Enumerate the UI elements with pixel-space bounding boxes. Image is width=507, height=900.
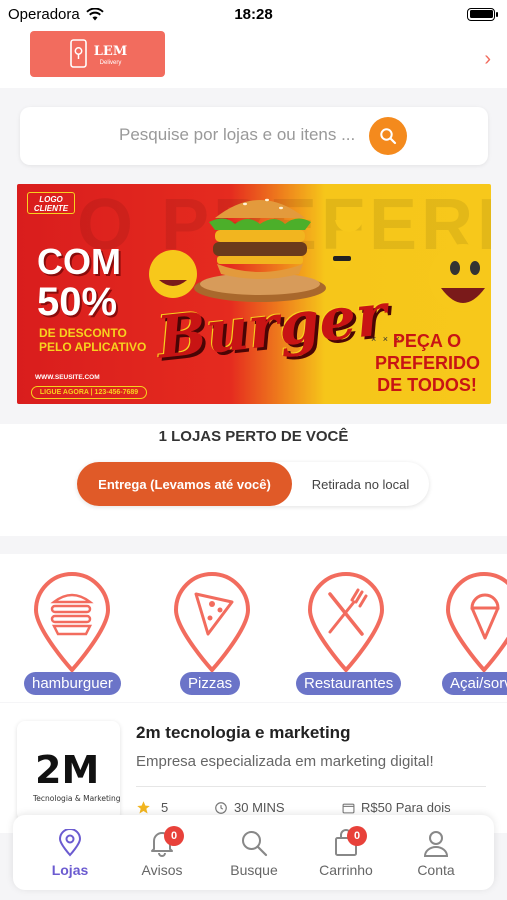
clock-icon <box>215 801 227 814</box>
logo-title: LEM <box>93 44 128 59</box>
fork-knife-icon <box>307 572 385 672</box>
ice-cream-icon <box>445 572 507 672</box>
rating-value: 5 <box>161 800 169 815</box>
category-acai[interactable]: Açai/sorve <box>436 572 507 697</box>
carrier-label: Operadora <box>8 5 80 23</box>
delivery-time-value: 30 MINS <box>234 800 285 815</box>
nearby-section: 1 LOJAS PERTO DE VOCÊ Entrega (Levamos a… <box>0 424 507 536</box>
store-rating: 5 <box>136 800 168 815</box>
banner-subline: DE DESCONTO PELO APLICATIVO <box>39 326 147 354</box>
brand-logo[interactable]: LEM Delivery <box>30 31 165 77</box>
store-description: Empresa especializada em marketing digit… <box>136 753 434 770</box>
pickup-option[interactable]: Retirada no local <box>292 462 429 506</box>
category-pizzas[interactable]: Pizzas <box>164 572 254 697</box>
client-logo-badge: LOGO CLIENTE <box>27 192 75 214</box>
wallet-icon <box>342 803 355 813</box>
store-price: R$50 Para dois <box>342 800 451 815</box>
store-delivery-time: 30 MINS <box>214 800 285 815</box>
cart-badge: 0 <box>347 826 367 846</box>
search-icon <box>380 128 397 145</box>
tab-label: Busque <box>230 862 278 878</box>
price-value: R$50 Para dois <box>361 800 451 815</box>
search-bar[interactable]: Pesquise por lojas e ou itens ... <box>20 107 488 165</box>
banner-headline-2: 50% <box>37 280 118 324</box>
banner-phone: LIGUE AGORA | 123-456-7689 <box>31 386 147 399</box>
store-logo-text: 2M <box>35 748 99 792</box>
promo-banner[interactable]: O PREFERIDO LOGO CLIENTE COM 50% DE DESC… <box>17 184 491 404</box>
user-icon <box>423 831 449 857</box>
category-label: Açai/sorve <box>442 672 507 695</box>
wifi-icon <box>86 7 104 20</box>
store-logo-mark: 2M Tecnologia & Marketing <box>32 748 121 803</box>
pizza-icon <box>173 572 251 672</box>
tab-label: Conta <box>417 862 455 878</box>
chevron-right-icon[interactable]: › <box>484 48 491 71</box>
nearby-title: 1 LOJAS PERTO DE VOCÊ <box>158 428 349 445</box>
banner-headline-1: COM <box>37 241 121 282</box>
store-card[interactable]: 2M Tecnologia & Marketing 2m tecnologia … <box>0 703 507 833</box>
search-icon <box>242 831 268 857</box>
tab-lojas[interactable]: Lojas <box>35 829 105 885</box>
tab-label: Carrinho <box>319 862 373 878</box>
banner-website: WWW.SEUSITE.COM <box>35 374 100 381</box>
delivery-option[interactable]: Entrega (Levamos até você) <box>77 462 292 506</box>
category-label: Restaurantes <box>296 672 402 695</box>
category-list: hamburguer Pizzas Restaurantes Açai/sorv… <box>0 554 507 702</box>
battery-fill <box>469 10 493 18</box>
tab-carrinho[interactable]: 0 Carrinho <box>311 826 381 885</box>
store-logo: 2M Tecnologia & Marketing <box>17 721 121 821</box>
category-label: hamburguer <box>24 672 121 695</box>
category-restaurantes[interactable]: Restaurantes <box>296 572 402 697</box>
hamburger-icon <box>33 572 111 672</box>
map-pin-icon <box>58 829 82 857</box>
star-icon <box>137 801 150 814</box>
bottom-tab-bar: Lojas 0 Avisos Busque 0 Carrinho Conta <box>13 815 494 890</box>
store-name: 2m tecnologia e marketing <box>136 723 351 742</box>
category-label: Pizzas <box>180 672 241 695</box>
banner-tagline: PEÇA O PREFERIDO DE TODOS! <box>375 331 481 395</box>
tab-label: Avisos <box>141 862 183 878</box>
notification-badge: 0 <box>164 826 184 846</box>
tab-label: Lojas <box>51 862 89 878</box>
tab-conta[interactable]: Conta <box>401 829 471 885</box>
logo-subtitle: Delivery <box>99 60 122 66</box>
search-input[interactable]: Pesquise por lojas e ou itens ... <box>119 125 355 145</box>
search-button[interactable] <box>369 117 407 155</box>
phone-pin-icon <box>69 39 87 68</box>
battery-icon <box>467 7 498 21</box>
app-header: LEM Delivery › <box>0 28 507 88</box>
store-logo-caption: Tecnologia & Marketing <box>32 794 120 803</box>
tab-busque[interactable]: Busque <box>219 829 289 885</box>
status-bar: Operadora 18:28 <box>0 0 507 28</box>
tab-avisos[interactable]: 0 Avisos <box>127 826 197 885</box>
divider <box>136 786 486 787</box>
delivery-mode-toggle: Entrega (Levamos até você) Retirada no l… <box>77 462 429 506</box>
category-hamburguer[interactable]: hamburguer <box>24 572 121 697</box>
